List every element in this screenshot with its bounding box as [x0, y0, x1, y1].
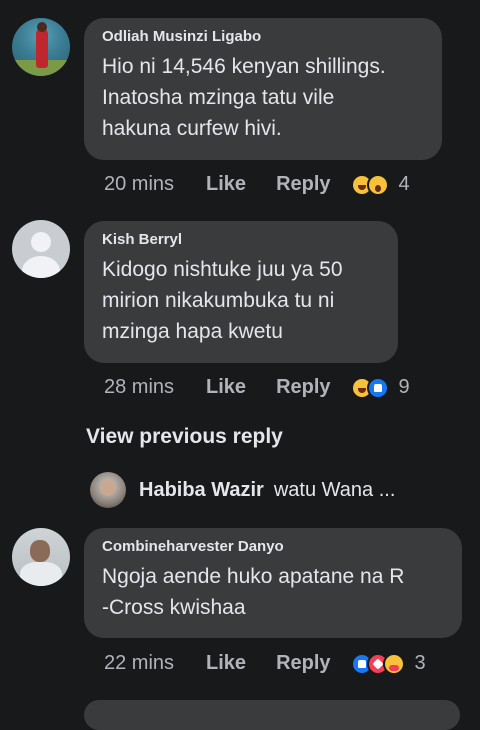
reply-author[interactable]: Habiba Wazir	[139, 479, 264, 502]
comment-time[interactable]: 20 mins	[104, 173, 174, 196]
comment-text: Hio ni 14,546 kenyan shillings. Inatosha…	[102, 55, 386, 140]
comment-actions: 22 mins Like Reply 3	[104, 652, 426, 675]
comment-text: Kidogo nishtuke juu ya 50 mirion nikakum…	[102, 258, 343, 343]
comment-text: Ngoja aende huko apatane na R -Cross kwi…	[102, 565, 405, 619]
reply-button[interactable]: Reply	[276, 173, 330, 196]
comment-time[interactable]: 28 mins	[104, 376, 174, 399]
avatar[interactable]	[90, 472, 126, 508]
comment-actions: 28 mins Like Reply 9	[104, 376, 410, 399]
comment-bubble: Odliah Musinzi Ligabo Hio ni 14,546 keny…	[84, 18, 442, 160]
comment-author[interactable]: Odliah Musinzi Ligabo	[102, 28, 426, 45]
wow-reaction-icon	[366, 173, 389, 196]
comment-time[interactable]: 22 mins	[104, 652, 174, 675]
reactions[interactable]	[350, 376, 389, 399]
comment-author[interactable]: Kish Berryl	[102, 231, 382, 248]
reply-button[interactable]: Reply	[276, 652, 330, 675]
comment-bubble	[84, 700, 460, 730]
comment-author[interactable]: Combineharvester Danyo	[102, 538, 446, 555]
reply-preview[interactable]: Habiba Wazir watu Wana ...	[90, 472, 395, 508]
reaction-count[interactable]: 3	[415, 652, 426, 675]
like-button[interactable]: Like	[206, 173, 246, 196]
comment-bubble: Combineharvester Danyo Ngoja aende huko …	[84, 528, 462, 638]
reactions[interactable]	[350, 652, 405, 675]
avatar[interactable]	[12, 18, 70, 76]
comment-actions: 20 mins Like Reply 4	[104, 173, 410, 196]
reactions[interactable]	[350, 173, 389, 196]
reaction-count[interactable]: 4	[399, 173, 410, 196]
like-button[interactable]: Like	[206, 376, 246, 399]
view-previous-reply-link[interactable]: View previous reply	[86, 425, 283, 449]
care-reaction-icon	[382, 652, 405, 675]
reaction-count[interactable]: 9	[399, 376, 410, 399]
avatar[interactable]	[12, 528, 70, 586]
like-reaction-icon	[366, 376, 389, 399]
reply-button[interactable]: Reply	[276, 376, 330, 399]
comment-bubble: Kish Berryl Kidogo nishtuke juu ya 50 mi…	[84, 221, 398, 363]
reply-snippet: watu Wana ...	[273, 478, 396, 501]
like-button[interactable]: Like	[206, 652, 246, 675]
avatar[interactable]	[12, 220, 70, 278]
